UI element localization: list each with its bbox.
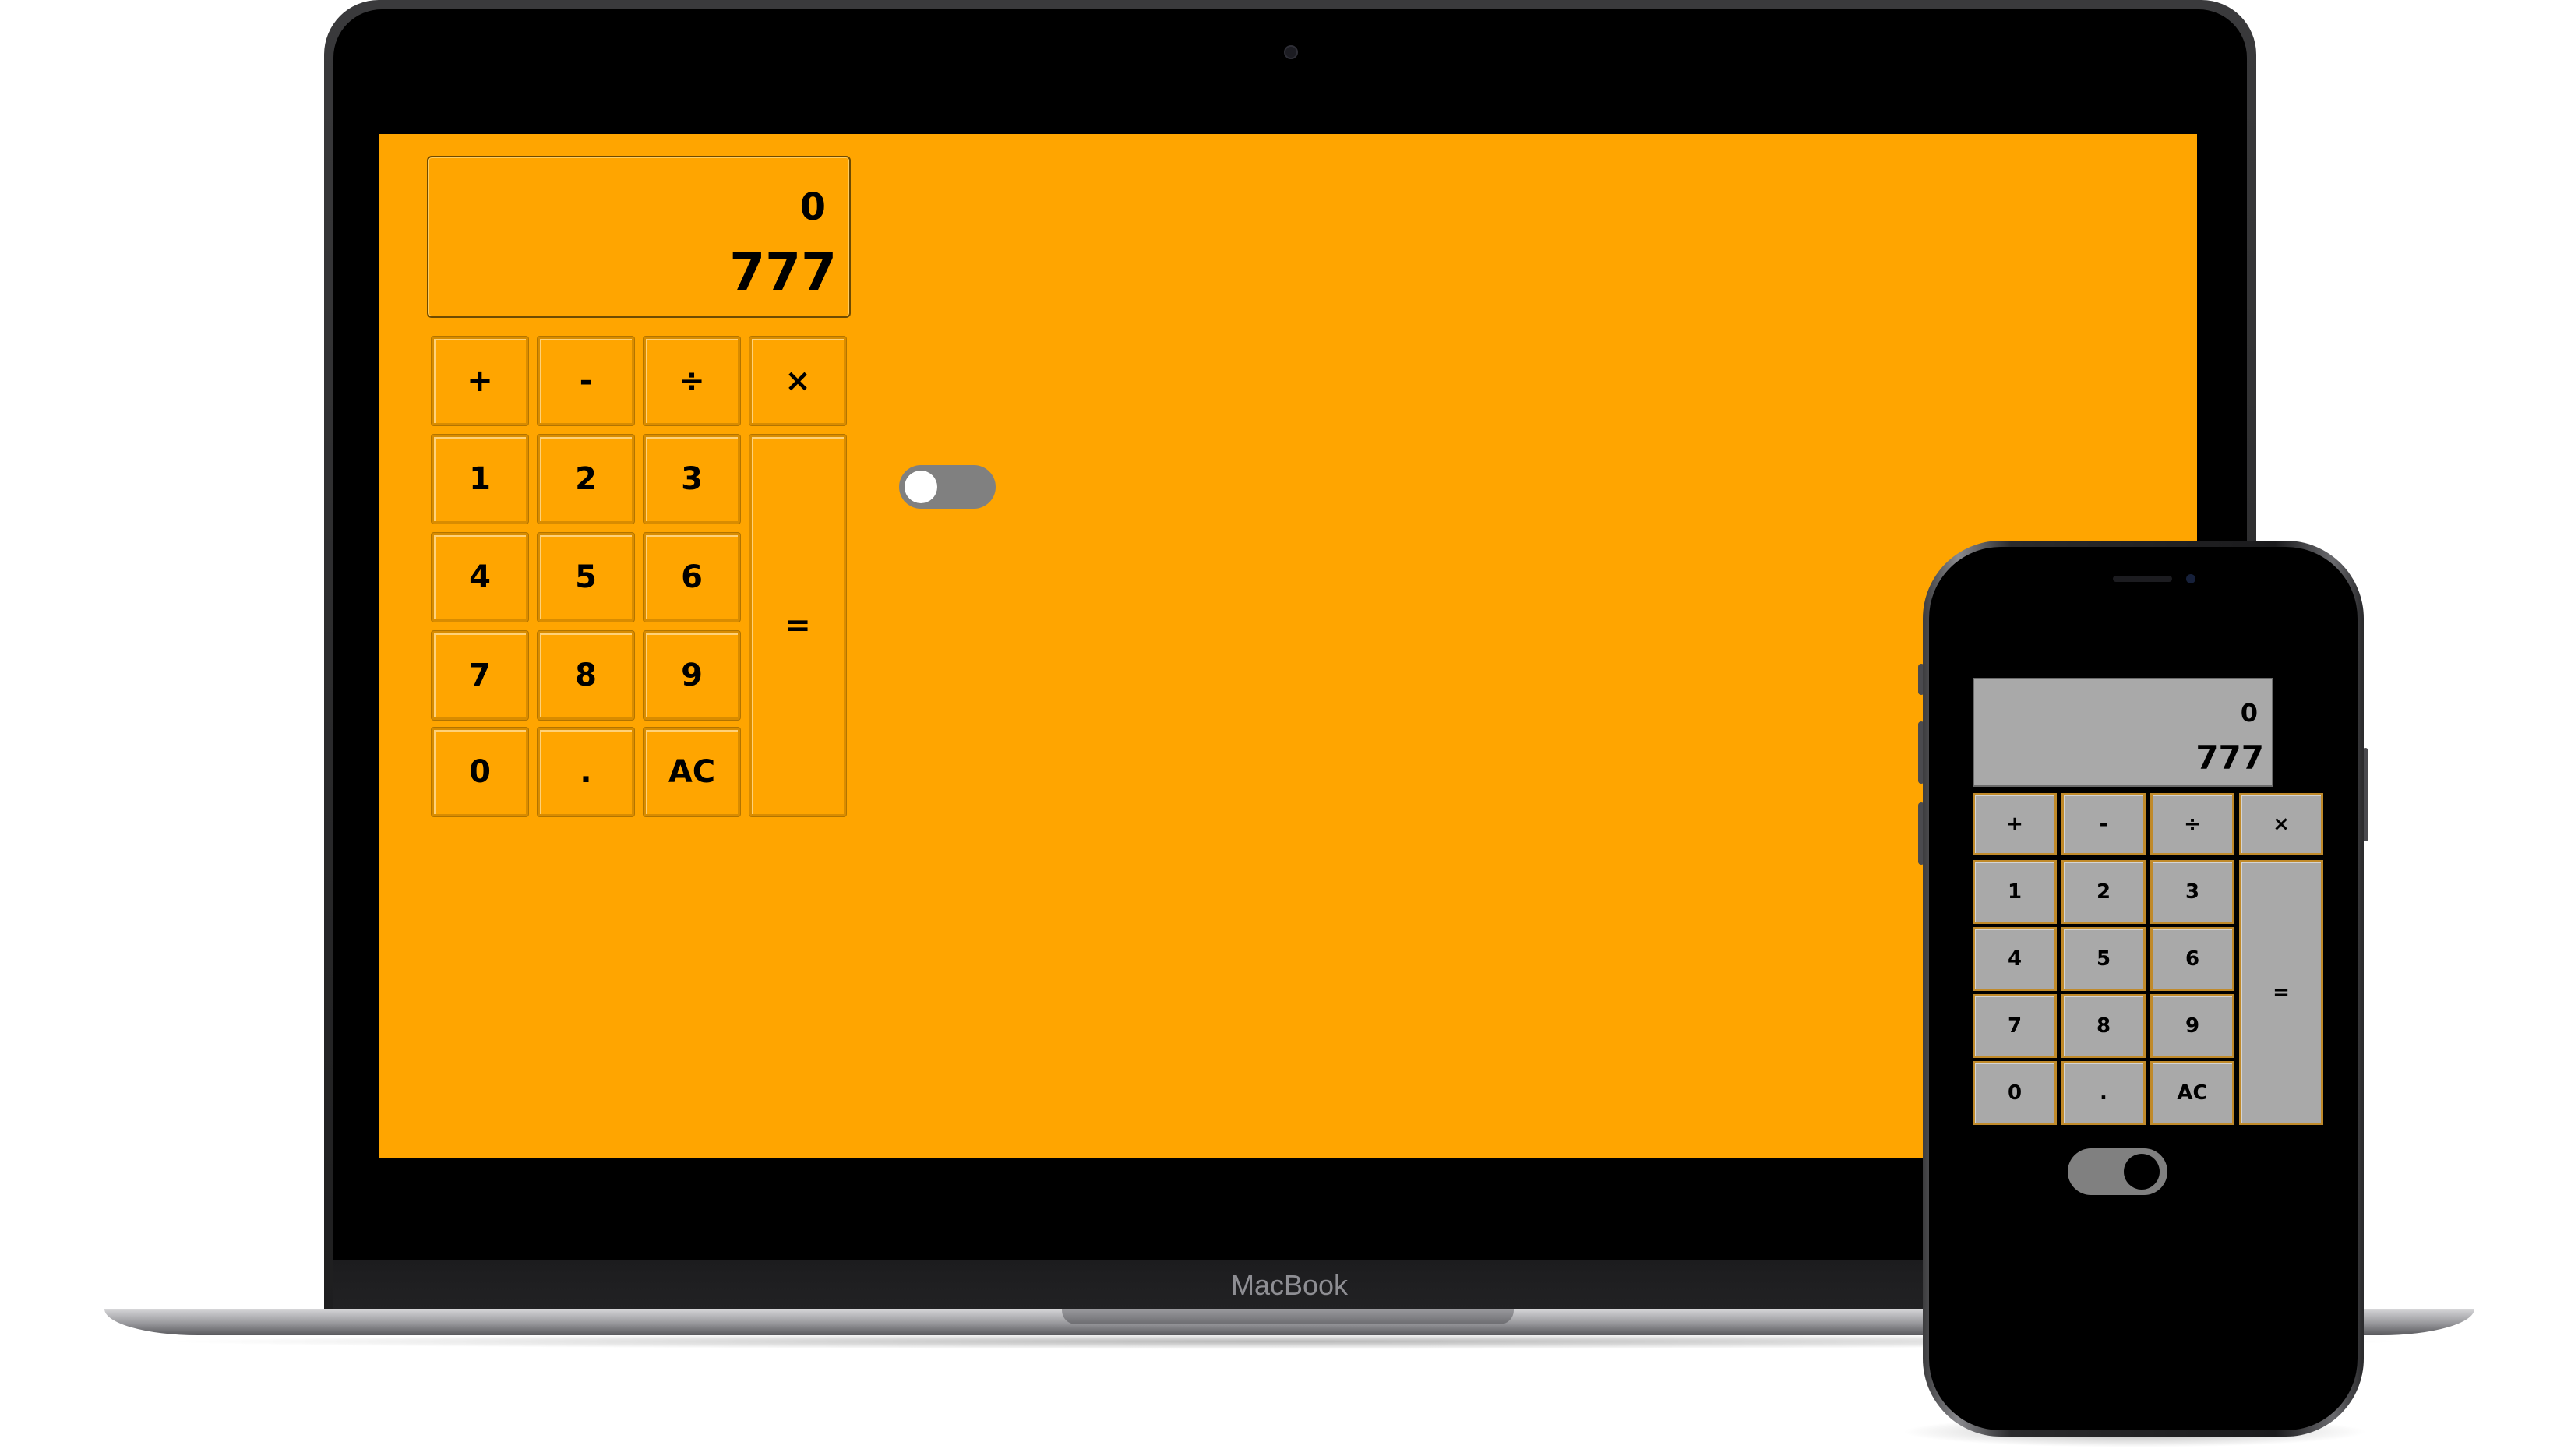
digit-6-button[interactable]: 6 [644, 533, 740, 622]
phone-speaker-grille [2113, 576, 2172, 582]
digit-0-button[interactable]: 0 [432, 728, 528, 816]
digit-1-button[interactable]: 1 [1973, 860, 2057, 924]
previous-operand: 0 [2240, 698, 2258, 728]
calculator-display: 0 777 [1973, 678, 2273, 787]
device-mockup: MacBook 0 777 + - ÷ × 1 2 3 = 4 5 6 7 8 … [0, 0, 2571, 1456]
minus-button[interactable]: - [2061, 793, 2146, 855]
digit-9-button[interactable]: 9 [2150, 994, 2234, 1058]
calculator-display: 0 777 [427, 156, 851, 318]
digit-7-button[interactable]: 7 [1973, 994, 2057, 1058]
theme-toggle[interactable] [899, 465, 996, 509]
digit-0-button[interactable]: 0 [1973, 1061, 2057, 1125]
digit-3-button[interactable]: 3 [2150, 860, 2234, 924]
digit-2-button[interactable]: 2 [2061, 860, 2146, 924]
digit-8-button[interactable]: 8 [2061, 994, 2146, 1058]
laptop-opening-notch [1062, 1309, 1514, 1324]
equals-button[interactable]: = [2239, 860, 2323, 1125]
decimal-button[interactable]: . [2061, 1061, 2146, 1125]
phone-screen: 0 777 + - ÷ × 1 2 3 = 4 5 6 7 8 9 0 . AC [1937, 555, 2350, 1423]
equals-button[interactable]: = [749, 435, 846, 816]
phone-front-camera-icon [2186, 574, 2195, 583]
decimal-button[interactable]: . [538, 728, 634, 816]
digit-5-button[interactable]: 5 [538, 533, 634, 622]
divide-button[interactable]: ÷ [644, 337, 740, 425]
digit-2-button[interactable]: 2 [538, 435, 634, 524]
all-clear-button[interactable]: AC [644, 728, 740, 816]
laptop-brand-label: MacBook [1230, 1269, 1349, 1301]
digit-4-button[interactable]: 4 [1973, 927, 2057, 991]
digit-9-button[interactable]: 9 [644, 631, 740, 720]
digit-5-button[interactable]: 5 [2061, 927, 2146, 991]
minus-button[interactable]: - [538, 337, 634, 425]
current-operand: 777 [2195, 739, 2264, 777]
current-operand: 777 [729, 242, 837, 302]
all-clear-button[interactable]: AC [2150, 1061, 2234, 1125]
digit-4-button[interactable]: 4 [432, 533, 528, 622]
digit-3-button[interactable]: 3 [644, 435, 740, 524]
digit-8-button[interactable]: 8 [538, 631, 634, 720]
plus-button[interactable]: + [1973, 793, 2057, 855]
laptop-camera-icon [1284, 45, 1298, 59]
plus-button[interactable]: + [432, 337, 528, 425]
digit-7-button[interactable]: 7 [432, 631, 528, 720]
digit-6-button[interactable]: 6 [2150, 927, 2234, 991]
digit-1-button[interactable]: 1 [432, 435, 528, 524]
previous-operand: 0 [799, 185, 826, 229]
multiply-button[interactable]: × [2239, 793, 2323, 855]
divide-button[interactable]: ÷ [2150, 793, 2234, 855]
multiply-button[interactable]: × [749, 337, 846, 425]
toggle-knob [905, 471, 937, 503]
theme-toggle[interactable] [2068, 1148, 2167, 1195]
toggle-knob [2124, 1154, 2160, 1190]
